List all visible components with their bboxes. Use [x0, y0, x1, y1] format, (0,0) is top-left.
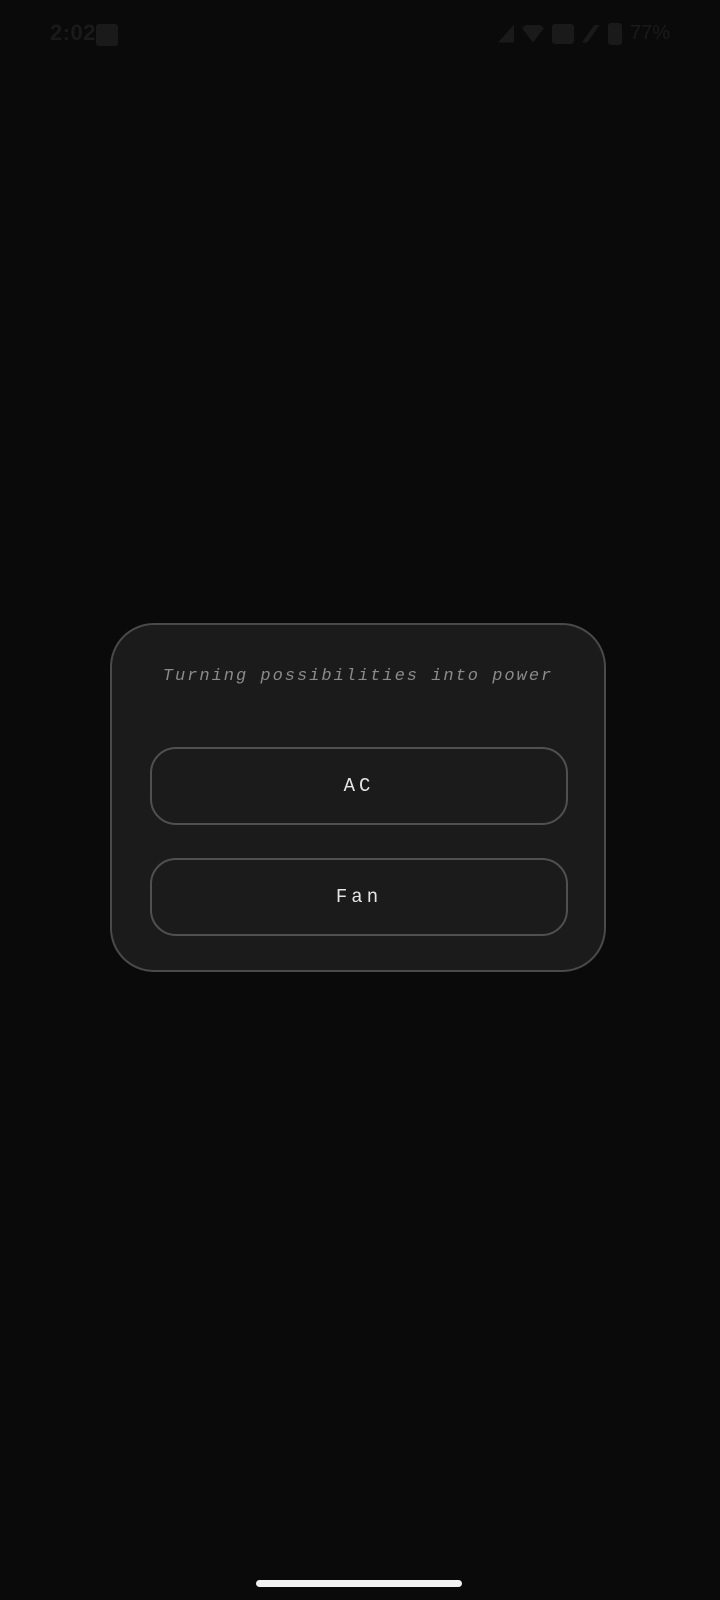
mobile-signal-icon [581, 24, 600, 43]
app-screen: 2:02 77% Turning possibilities into powe… [0, 0, 720, 1600]
status-time: 2:02 [50, 20, 97, 45]
device-selector-card: Turning possibilities into power AC Fan [110, 623, 606, 972]
cellular-signal-icon [497, 24, 514, 43]
ac-button[interactable]: AC [150, 747, 568, 825]
home-indicator[interactable] [256, 1580, 462, 1587]
status-icons: 77% [497, 22, 670, 45]
data-saver-icon [551, 23, 574, 44]
battery-percentage: 77% [629, 22, 670, 44]
tagline: Turning possibilities into power [162, 667, 554, 686]
battery-icon [607, 22, 622, 45]
fan-button[interactable]: Fan [150, 858, 568, 936]
status-bar: 2:02 77% [0, 0, 720, 70]
wifi-icon [521, 24, 544, 43]
notification-app-icon [96, 24, 118, 46]
